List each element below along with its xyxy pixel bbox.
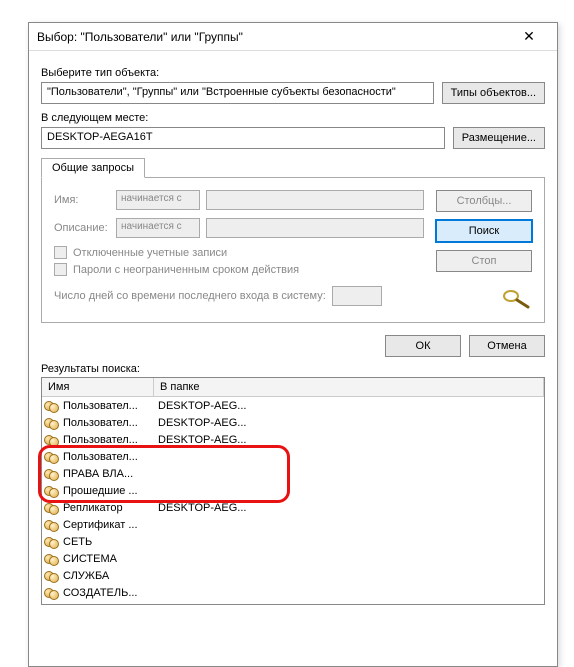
group-icon bbox=[44, 569, 60, 583]
object-type-field: "Пользователи", "Группы" или "Встроенные… bbox=[41, 82, 434, 104]
name-filter-mode[interactable]: начинается с bbox=[116, 190, 200, 210]
item-name: Пользовател... bbox=[63, 417, 138, 429]
item-name: ПРАВА ВЛА... bbox=[63, 468, 133, 480]
desc-filter-mode[interactable]: начинается с bbox=[116, 218, 200, 238]
group-icon bbox=[44, 433, 60, 447]
item-name: Сертификат ... bbox=[63, 519, 138, 531]
desc-filter-label: Описание: bbox=[54, 222, 110, 234]
locations-button[interactable]: Размещение... bbox=[453, 127, 545, 149]
item-name: Прошедшие ... bbox=[63, 485, 138, 497]
disabled-accounts-label: Отключенные учетные записи bbox=[73, 247, 227, 259]
group-icon bbox=[44, 416, 60, 430]
group-icon bbox=[44, 484, 60, 498]
item-name: Репликатор bbox=[63, 502, 123, 514]
item-name: СОЗДАТЕЛЬ... bbox=[63, 587, 138, 599]
col-folder[interactable]: В папке bbox=[154, 378, 544, 396]
item-folder: DESKTOP-AEG... bbox=[154, 502, 544, 514]
item-name: Пользовател... bbox=[63, 451, 138, 463]
item-folder: DESKTOP-AEG... bbox=[154, 434, 544, 446]
tab-panel: Имя: начинается с Описание: начинается с… bbox=[41, 178, 545, 323]
item-folder: DESKTOP-AEG... bbox=[154, 417, 544, 429]
list-item[interactable]: Пользовател... DESKTOP-AEG... bbox=[42, 397, 544, 414]
location-field: DESKTOP-AEGA16T bbox=[41, 127, 445, 149]
list-item[interactable]: СЛУЖБА bbox=[42, 567, 544, 584]
list-item[interactable]: Пользовател... bbox=[42, 448, 544, 465]
list-item[interactable]: ПРАВА ВЛА... bbox=[42, 465, 544, 482]
days-since-logon-label: Число дней со времени последнего входа в… bbox=[54, 290, 326, 302]
group-icon bbox=[44, 501, 60, 515]
name-filter-label: Имя: bbox=[54, 194, 110, 206]
group-icon bbox=[44, 450, 60, 464]
group-icon bbox=[44, 552, 60, 566]
pwd-never-expires-checkbox[interactable] bbox=[54, 263, 67, 276]
item-name: Пользовател... bbox=[63, 434, 138, 446]
list-item[interactable]: Пользовател... DESKTOP-AEG... bbox=[42, 431, 544, 448]
desc-filter-input[interactable] bbox=[206, 218, 424, 238]
group-icon bbox=[44, 399, 60, 413]
group-icon bbox=[44, 586, 60, 600]
search-button[interactable]: Поиск bbox=[436, 220, 532, 242]
list-item[interactable]: СИСТЕМА bbox=[42, 550, 544, 567]
columns-button[interactable]: Столбцы... bbox=[436, 190, 532, 212]
list-item[interactable]: Прошедшие ... bbox=[42, 482, 544, 499]
list-item[interactable]: Пользовател... DESKTOP-AEG... bbox=[42, 414, 544, 431]
list-item[interactable]: Репликатор DESKTOP-AEG... bbox=[42, 499, 544, 516]
list-item[interactable]: СЕТЬ bbox=[42, 533, 544, 550]
disabled-accounts-checkbox[interactable] bbox=[54, 246, 67, 259]
location-label: В следующем месте: bbox=[41, 112, 545, 124]
results-label: Результаты поиска: bbox=[41, 363, 545, 375]
group-icon bbox=[44, 518, 60, 532]
list-item[interactable]: Сертификат ... bbox=[42, 516, 544, 533]
col-name[interactable]: Имя bbox=[42, 378, 154, 396]
item-name: СЕТЬ bbox=[63, 536, 92, 548]
titlebar: Выбор: "Пользователи" или "Группы" ✕ bbox=[29, 23, 557, 51]
days-since-logon-input[interactable] bbox=[332, 286, 382, 306]
list-item[interactable]: СОЗДАТЕЛЬ... bbox=[42, 584, 544, 601]
close-button[interactable]: ✕ bbox=[509, 24, 549, 50]
pwd-never-expires-label: Пароли с неограниченным сроком действия bbox=[73, 264, 299, 276]
name-filter-input[interactable] bbox=[206, 190, 424, 210]
tabstrip: Общие запросы bbox=[41, 157, 545, 178]
results-header: Имя В папке bbox=[42, 378, 544, 397]
item-name: СИСТЕМА bbox=[63, 553, 117, 565]
tab-common-queries[interactable]: Общие запросы bbox=[41, 158, 145, 178]
object-type-label: Выберите тип объекта: bbox=[41, 67, 545, 79]
stop-button[interactable]: Стоп bbox=[436, 250, 532, 272]
object-types-button[interactable]: Типы объектов... bbox=[442, 82, 545, 104]
cancel-button[interactable]: Отмена bbox=[469, 335, 545, 357]
results-list[interactable]: Имя В папке Пользовател... DESKTOP-AEG...… bbox=[41, 377, 545, 605]
dialog-window: Выбор: "Пользователи" или "Группы" ✕ Выб… bbox=[28, 22, 558, 667]
item-name: СЛУЖБА bbox=[63, 570, 109, 582]
ok-button[interactable]: ОК bbox=[385, 335, 461, 357]
window-title: Выбор: "Пользователи" или "Группы" bbox=[37, 30, 509, 44]
find-icon bbox=[498, 286, 532, 310]
item-folder: DESKTOP-AEG... bbox=[154, 400, 544, 412]
group-icon bbox=[44, 467, 60, 481]
item-name: Пользовател... bbox=[63, 400, 138, 412]
group-icon bbox=[44, 535, 60, 549]
